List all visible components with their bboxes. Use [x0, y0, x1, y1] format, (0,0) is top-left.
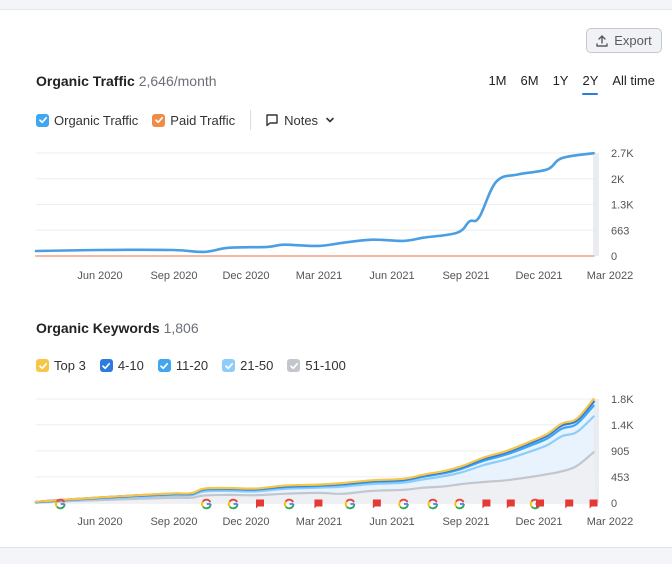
- note-flag-icon[interactable]: [536, 499, 544, 509]
- note-flag-icon[interactable]: [314, 499, 323, 509]
- x-tick-label: Dec 2020: [222, 516, 269, 528]
- y-tick-label: 1.8K: [611, 394, 634, 406]
- x-tick-label: Sep 2021: [442, 516, 489, 528]
- keywords-chart: 0 453 905 1.4K 1.8K Jun 2020 Sep 2020 Dec 2020 M…: [34, 394, 634, 528]
- note-flag-icon[interactable]: [482, 499, 491, 509]
- bottom-strip: [0, 548, 672, 564]
- note-flag-icon[interactable]: [372, 499, 381, 509]
- x-tick-label: Jun 2021: [369, 516, 414, 528]
- y-tick-label: 1.4K: [611, 420, 634, 432]
- note-flag-icon[interactable]: [506, 499, 515, 509]
- x-tick-label: Dec 2021: [515, 516, 562, 528]
- x-tick-label: Mar 2021: [296, 516, 342, 528]
- note-flag-icon[interactable]: [256, 499, 264, 509]
- y-tick-label: 453: [611, 472, 629, 484]
- note-flag-icon[interactable]: [565, 499, 574, 509]
- x-tick-label: Jun 2020: [77, 516, 122, 528]
- x-tick-label: Mar 2022: [587, 516, 633, 528]
- note-flag-icon[interactable]: [589, 499, 598, 509]
- y-tick-label: 905: [611, 446, 629, 458]
- x-tick-label: Sep 2020: [150, 516, 197, 528]
- y-tick-label: 0: [611, 498, 617, 510]
